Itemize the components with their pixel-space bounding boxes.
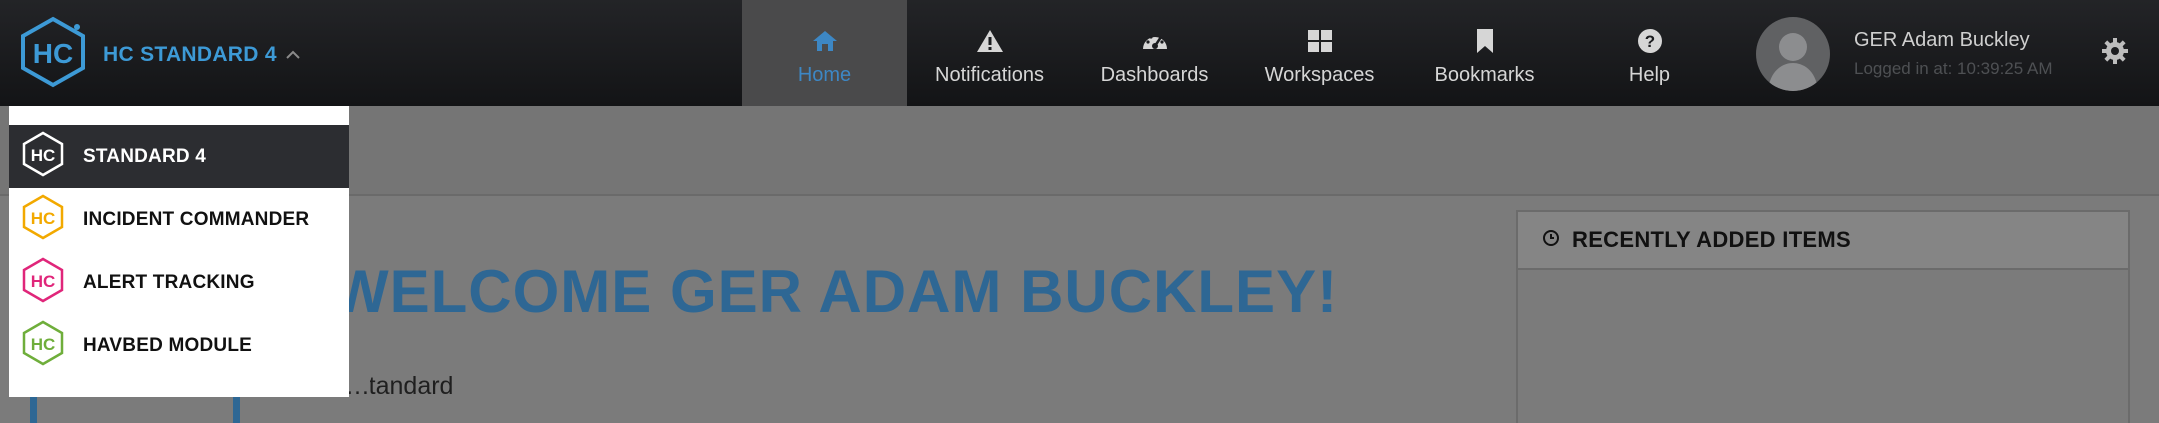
app-option-label: STANDARD 4 bbox=[83, 145, 207, 167]
top-navbar: HC HC STANDARD 4 Home Notifications Dash… bbox=[0, 0, 2159, 106]
nav-label: Bookmarks bbox=[1434, 63, 1535, 86]
nav-label: Home bbox=[797, 63, 852, 86]
app-option-label: HAVBED MODULE bbox=[83, 334, 253, 356]
nav-bookmarks[interactable]: Bookmarks bbox=[1402, 0, 1567, 106]
recently-added-panel: RECENTLY ADDED ITEMS bbox=[1516, 210, 2130, 423]
nav-notifications[interactable]: Notifications bbox=[907, 0, 1072, 106]
nav-label: Help bbox=[1628, 63, 1671, 86]
nav-home[interactable]: Home bbox=[742, 0, 907, 106]
hc-logo-icon: HC bbox=[21, 320, 65, 371]
app-option-incident-commander[interactable]: HC INCIDENT COMMANDER bbox=[9, 188, 349, 251]
panel-header: RECENTLY ADDED ITEMS bbox=[1518, 212, 2128, 270]
dashboard-icon bbox=[1141, 26, 1169, 56]
svg-text:HC: HC bbox=[31, 146, 56, 165]
bookmark-icon bbox=[1475, 26, 1495, 56]
app-switcher-dropdown: HC STANDARD 4 HC INCIDENT COMMANDER HC A… bbox=[9, 106, 349, 397]
hc-logo-icon: HC bbox=[19, 16, 87, 93]
nav-label: Dashboards bbox=[1100, 63, 1209, 86]
nav-label: Workspaces bbox=[1264, 63, 1375, 86]
nav-label: Notifications bbox=[935, 63, 1044, 86]
svg-text:HC: HC bbox=[33, 38, 73, 69]
avatar bbox=[1756, 17, 1830, 91]
home-icon bbox=[812, 26, 838, 56]
svg-text:HC: HC bbox=[31, 209, 56, 228]
warning-icon bbox=[976, 26, 1004, 56]
app-option-label: INCIDENT COMMANDER bbox=[83, 208, 310, 230]
hc-logo-icon: HC bbox=[21, 194, 65, 245]
clock-icon bbox=[1542, 229, 1560, 252]
hc-logo-icon: HC bbox=[21, 257, 65, 308]
user-menu[interactable]: GER Adam Buckley Logged in at: 10:39:25 … bbox=[1756, 17, 2053, 91]
app-title: HC STANDARD 4 bbox=[103, 42, 277, 66]
panel-title: RECENTLY ADDED ITEMS bbox=[1572, 227, 1852, 252]
svg-text:?: ? bbox=[1644, 32, 1654, 51]
app-switcher[interactable]: HC HC STANDARD 4 bbox=[19, 16, 301, 93]
main-nav: Home Notifications Dashboards Workspaces… bbox=[742, 0, 1732, 106]
app-option-standard-4[interactable]: HC STANDARD 4 bbox=[9, 125, 349, 188]
app-option-havbed-module[interactable]: HC HAVBED MODULE bbox=[9, 314, 349, 377]
login-time: Logged in at: 10:39:25 AM bbox=[1854, 59, 2053, 78]
chevron-up-icon bbox=[285, 47, 301, 65]
app-option-label: ALERT TRACKING bbox=[83, 271, 255, 293]
svg-text:HC: HC bbox=[31, 335, 56, 354]
grid-icon bbox=[1307, 26, 1333, 56]
nav-dashboards[interactable]: Dashboards bbox=[1072, 0, 1237, 106]
app-option-alert-tracking[interactable]: HC ALERT TRACKING bbox=[9, 251, 349, 314]
gear-icon[interactable] bbox=[2100, 36, 2130, 71]
help-icon: ? bbox=[1637, 26, 1663, 56]
nav-help[interactable]: ? Help bbox=[1567, 0, 1732, 106]
svg-text:HC: HC bbox=[31, 272, 56, 291]
welcome-heading: WELCOME GER ADAM BUCKLEY! bbox=[332, 258, 1339, 325]
hc-logo-icon: HC bbox=[21, 131, 65, 182]
user-name: GER Adam Buckley bbox=[1854, 29, 2030, 51]
welcome-subtitle: …Standard bbox=[345, 372, 454, 400]
nav-workspaces[interactable]: Workspaces bbox=[1237, 0, 1402, 106]
